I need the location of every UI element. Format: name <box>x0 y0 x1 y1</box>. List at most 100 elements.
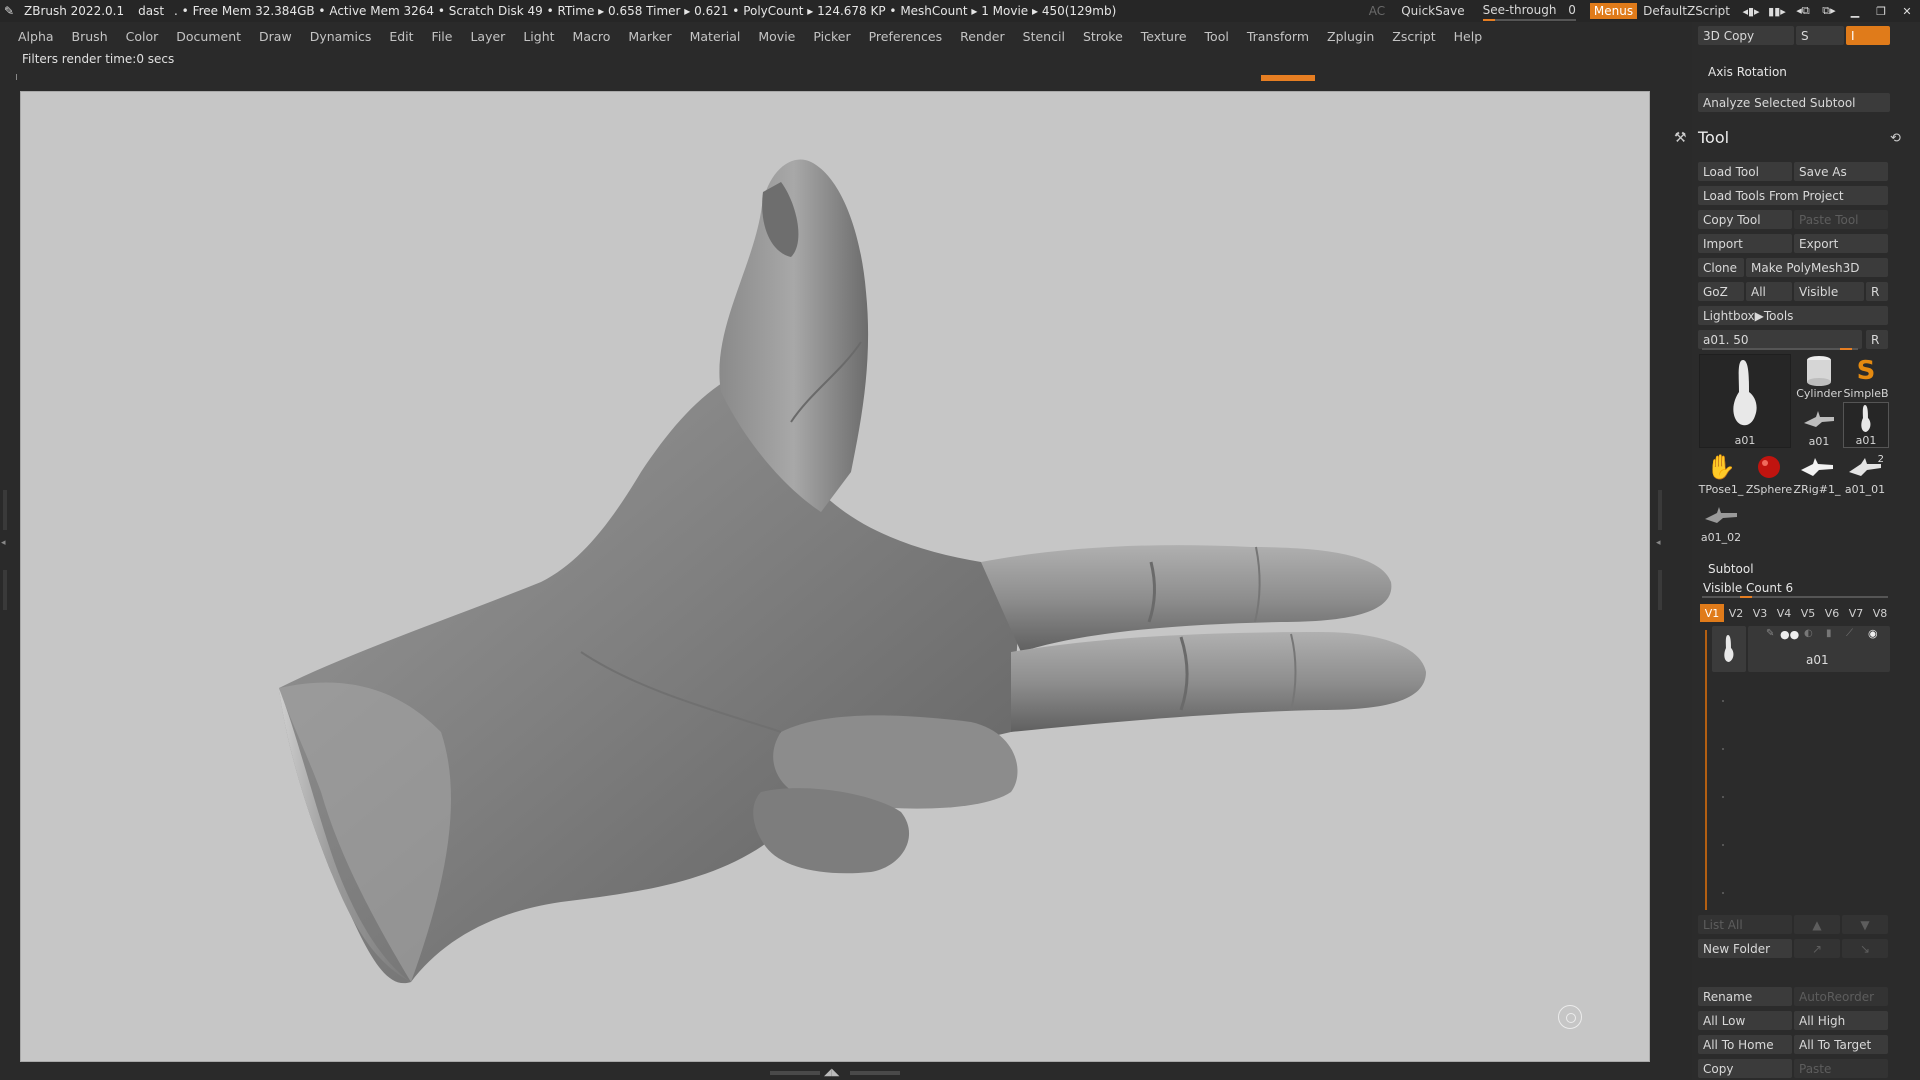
menu-color[interactable]: Color <box>126 29 159 44</box>
vtab-v7[interactable]: V7 <box>1844 604 1868 622</box>
bottom-tray-handle[interactable]: ◢◣ <box>770 1067 900 1078</box>
vtab-v1[interactable]: V1 <box>1700 604 1724 622</box>
vtab-v3[interactable]: V3 <box>1748 604 1772 622</box>
analyze-selected-subtool-button[interactable]: Analyze Selected Subtool <box>1698 93 1890 112</box>
menus-toggle-button[interactable]: Menus <box>1589 3 1638 19</box>
menu-render[interactable]: Render <box>960 29 1005 44</box>
subtool-header[interactable]: Subtool <box>1708 562 1754 576</box>
subtool-thumb[interactable] <box>1712 626 1746 672</box>
menu-transform[interactable]: Transform <box>1247 29 1309 44</box>
subtool-item-a01[interactable]: ✎ ●● ◐ ▮ ⟋ ◉ a01 <box>1748 626 1890 672</box>
lightbox-tools-button[interactable]: Lightbox▶Tools <box>1698 306 1888 325</box>
tool-thumb-a01-selected[interactable]: a01 <box>1843 402 1889 448</box>
tool-thumb-cylinder[interactable]: Cylinder <box>1796 354 1842 400</box>
save-as-button[interactable]: Save As <box>1794 162 1888 181</box>
menu-stroke[interactable]: Stroke <box>1083 29 1123 44</box>
layout-swap-icon[interactable]: ◂⧉ <box>1790 4 1816 18</box>
copy-tool-button[interactable]: Copy Tool <box>1698 210 1792 229</box>
ac-label[interactable]: AC <box>1369 4 1385 18</box>
right-tray-handle[interactable]: ◂ <box>1655 480 1665 620</box>
menu-zplugin[interactable]: Zplugin <box>1327 29 1374 44</box>
new-folder-button[interactable]: New Folder <box>1698 939 1792 958</box>
menu-draw[interactable]: Draw <box>259 29 292 44</box>
arrow-down-right-icon[interactable]: ↘ <box>1842 939 1888 958</box>
subtool-polyfill-icon[interactable]: ●● <box>1780 628 1799 641</box>
menu-alpha[interactable]: Alpha <box>18 29 54 44</box>
reset-icon[interactable]: ⟲ <box>1890 131 1901 146</box>
tool-r-button[interactable]: R <box>1866 330 1888 349</box>
tool-thumb-zsphere[interactable]: ZSphere <box>1746 450 1792 496</box>
subtool-list-scrollbar[interactable] <box>1705 630 1707 910</box>
menu-help[interactable]: Help <box>1454 29 1483 44</box>
goz-button[interactable]: GoZ <box>1698 282 1744 301</box>
menu-movie[interactable]: Movie <box>758 29 795 44</box>
tool-thumb-tpose[interactable]: ✋ TPose1_ <box>1698 450 1744 497</box>
s-button[interactable]: S <box>1796 26 1844 45</box>
import-button[interactable]: Import <box>1698 234 1792 253</box>
layout-wide-icon[interactable]: ▮▮▸ <box>1764 5 1790 18</box>
arrow-up-right-icon[interactable]: ↗ <box>1794 939 1840 958</box>
timeline-bar[interactable] <box>16 74 1652 82</box>
document-canvas[interactable] <box>20 91 1650 1062</box>
tool-thumb-simplebrush[interactable]: S SimpleB <box>1843 354 1889 401</box>
copy-button[interactable]: Copy <box>1698 1059 1792 1078</box>
move-up-icon[interactable]: ▲ <box>1794 915 1840 934</box>
menu-preferences[interactable]: Preferences <box>869 29 943 44</box>
all-to-target-button[interactable]: All To Target <box>1794 1035 1888 1054</box>
see-through-slider[interactable]: See-through 0 <box>1482 3 1576 21</box>
restore-icon[interactable]: ❐ <box>1868 5 1894 18</box>
move-down-icon[interactable]: ▼ <box>1842 915 1888 934</box>
subtool-dynamics-icon[interactable]: ⟋ <box>1846 628 1853 639</box>
menu-file[interactable]: File <box>432 29 453 44</box>
visible-count-slider[interactable]: Visible Count 6 <box>1703 581 1793 595</box>
menu-marker[interactable]: Marker <box>628 29 671 44</box>
all-to-home-button[interactable]: All To Home <box>1698 1035 1792 1054</box>
all-low-button[interactable]: All Low <box>1698 1011 1792 1030</box>
goz-all-button[interactable]: All <box>1746 282 1792 301</box>
menu-picker[interactable]: Picker <box>813 29 850 44</box>
default-zscript-button[interactable]: DefaultZScript <box>1643 4 1730 18</box>
rename-button[interactable]: Rename <box>1698 987 1792 1006</box>
menu-document[interactable]: Document <box>176 29 241 44</box>
tool-thumb-zrig[interactable]: ZRig#1_ <box>1794 450 1840 496</box>
tool-palette-title[interactable]: Tool <box>1698 128 1729 147</box>
make-polymesh3d-button[interactable]: Make PolyMesh3D <box>1746 258 1888 277</box>
export-button[interactable]: Export <box>1794 234 1888 253</box>
vtab-v2[interactable]: V2 <box>1724 604 1748 622</box>
timeline-thumb[interactable] <box>1261 75 1315 81</box>
current-tool-slider[interactable]: a01. 50 <box>1698 330 1862 349</box>
subtool-solo-icon[interactable]: ▮ <box>1826 628 1832 639</box>
load-tools-from-project-button[interactable]: Load Tools From Project <box>1698 186 1888 205</box>
menu-light[interactable]: Light <box>523 29 554 44</box>
menu-tool[interactable]: Tool <box>1205 29 1229 44</box>
clone-button[interactable]: Clone <box>1698 258 1744 277</box>
paste-button[interactable]: Paste <box>1794 1059 1888 1078</box>
load-tool-button[interactable]: Load Tool <box>1698 162 1792 181</box>
minimize-icon[interactable]: ▁ <box>1842 5 1868 18</box>
goz-r-button[interactable]: R <box>1866 282 1888 301</box>
layout-narrow-icon[interactable]: ◂▮▸ <box>1738 5 1764 18</box>
menu-stencil[interactable]: Stencil <box>1023 29 1065 44</box>
goz-visible-button[interactable]: Visible <box>1794 282 1864 301</box>
tool-thumb-a01-pose[interactable]: a01 <box>1796 402 1842 448</box>
quicksave-button[interactable]: QuickSave <box>1401 4 1464 18</box>
menu-texture[interactable]: Texture <box>1141 29 1187 44</box>
axis-rotation-label[interactable]: Axis Rotation <box>1708 65 1787 79</box>
paste-tool-button[interactable]: Paste Tool <box>1794 210 1888 229</box>
vtab-v8[interactable]: V8 <box>1868 604 1892 622</box>
all-high-button[interactable]: All High <box>1794 1011 1888 1030</box>
menu-edit[interactable]: Edit <box>389 29 413 44</box>
tool-thumb-a01-01[interactable]: 2 a01_01 <box>1842 450 1888 496</box>
menu-brush[interactable]: Brush <box>72 29 108 44</box>
menu-layer[interactable]: Layer <box>470 29 505 44</box>
tool-thumb-a01-02[interactable]: a01_02 <box>1698 498 1744 544</box>
hand-sculpt-model[interactable] <box>21 92 1650 1062</box>
3d-copy-button[interactable]: 3D Copy <box>1698 26 1794 45</box>
auto-reorder-button[interactable]: AutoReorder <box>1794 987 1888 1006</box>
close-icon[interactable]: ✕ <box>1894 5 1920 18</box>
menu-dynamics[interactable]: Dynamics <box>310 29 372 44</box>
left-tray-handle[interactable]: ◂ <box>0 480 10 620</box>
vtab-v6[interactable]: V6 <box>1820 604 1844 622</box>
menu-zscript[interactable]: Zscript <box>1392 29 1435 44</box>
menu-macro[interactable]: Macro <box>573 29 611 44</box>
